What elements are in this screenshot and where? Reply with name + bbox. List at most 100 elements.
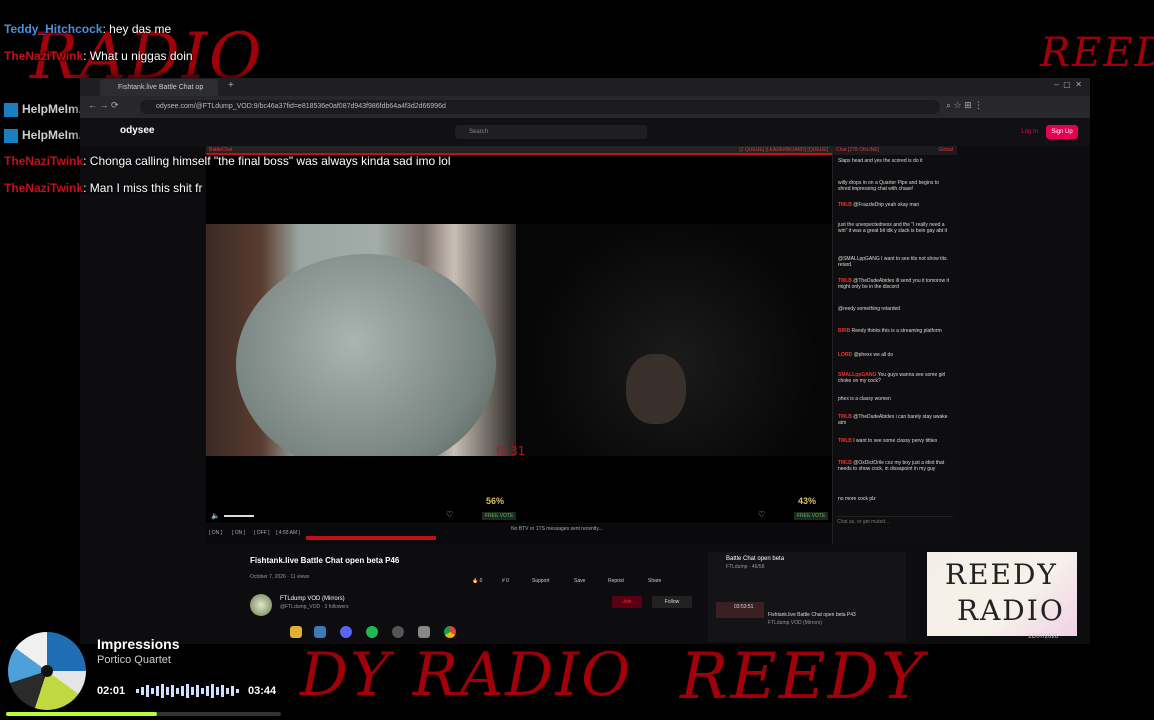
channel-name[interactable]: FTLdump VOD (Mirrors) [280,596,345,602]
scrawl-reedy-top-right: REEDY [1040,30,1154,76]
free-vote-left-button[interactable]: FREE VOTE [482,512,517,520]
volume-icon[interactable]: 🔈 [211,512,220,520]
track-title: Impressions [97,636,180,652]
battle-timer: 0:31 [496,444,525,458]
support-button[interactable]: Support [532,578,550,584]
signup-button[interactable]: Sign Up [1046,125,1078,139]
browser-toolbar-icons[interactable]: ⌕ ☆ ⊞ ⋮ [946,100,983,111]
site-search-input[interactable]: Search [455,125,647,139]
chat-user[interactable]: BIRB [838,328,850,334]
follow-button[interactable]: Follow [652,596,692,608]
chat-input[interactable]: Chat as, or get muted... [837,516,953,527]
chat-text: I want to see some classy pervy titties [853,438,938,444]
chat-panel: Chat [278 ONLINE] Global Slaps head and … [832,146,957,544]
left-percentage: 56% [486,496,505,506]
overlay-chat-line: TheNaziTwink: Man I miss this shit fr [4,181,203,195]
obs-icon[interactable] [392,626,404,638]
reedy-radio-line2: RADIO [957,594,1065,627]
player-controls: [ ON ] [ ON ] [ OFF ] [ 4:55 AM ] No BTV… [206,523,832,545]
channel-avatar[interactable] [250,594,272,616]
slime-reaction-button[interactable]: # 0 [502,578,509,584]
control-toggle[interactable]: [ 4:55 AM ] [276,530,300,536]
chat-message: TMLB @OxDictOrile coz my boy just a idio… [838,460,950,472]
login-link[interactable]: Log In [1021,125,1038,139]
url-field[interactable]: odysee.com/@FTLdump_VOD:9/bc46a37fid=e81… [140,100,940,114]
chat-user[interactable]: TMLB [838,202,852,208]
waveform [136,684,239,698]
playlist-duration: 03:53:51 [734,604,754,610]
discord-icon[interactable] [340,626,352,638]
save-button[interactable]: Save [574,578,585,584]
video-views: 11 views [290,574,310,580]
elapsed-time: 02:01 [97,685,126,697]
overlay-chat-user: Teddy_Hitchcock [4,22,103,36]
overlay-chat-user: TheNaziTwink [4,154,84,168]
chat-user[interactable]: TMLB [838,438,852,444]
status-text: No BTV or 1TS messages sent recently... [511,526,603,532]
track-progress-bar[interactable] [6,712,281,716]
chat-message: TMLB @TheDudeAbides ill send you it tomo… [838,278,950,290]
file-explorer-icon[interactable] [290,626,302,638]
playlist-title[interactable]: Battle Chat open beta [726,556,784,562]
repost-button[interactable]: Repost [608,578,624,584]
nav-arrows-icon[interactable]: ← → ⟳ [88,100,119,111]
spotify-icon[interactable] [366,626,378,638]
playlist-panel: Battle Chat open beta FTLdump · 46/58 03… [708,552,906,642]
video-left-feed [206,224,516,456]
control-toggle[interactable]: [ ON ] [209,530,222,536]
chat-global-tab[interactable]: Global [939,146,953,155]
overlay-chat-user: TheNaziTwink [4,181,84,195]
chat-text: @phexx we all do [853,352,894,358]
volume-slider[interactable] [224,515,254,517]
track-artist: Portico Quartet [97,654,171,666]
video-right-feed [516,224,832,456]
chat-user[interactable]: LORD [838,352,852,358]
blanket-blob [236,254,496,456]
video-player[interactable]: BattleChat [2 QUEUE] [LEADERBOARD] [QUEU… [206,146,832,545]
battlechat-right[interactable]: [2 QUEUE] [LEADERBOARD] [QUEUE] [739,146,828,155]
share-button[interactable]: Share [648,578,661,584]
chat-text: just the unexpectedness and the "I reall… [838,222,948,234]
playlist-item-title[interactable]: Fishtank.live Battle Chat open beta P43 [768,612,856,618]
control-toggle[interactable]: [ ON ] [232,530,245,536]
control-toggle[interactable]: [ OFF ] [254,530,270,536]
site-logo[interactable]: odysee [120,125,154,136]
free-vote-right-button[interactable]: FREE VOTE [794,512,829,520]
twitter-icon [4,102,18,117]
chat-message: just the unexpectedness and the "I reall… [838,222,950,234]
scrawl-radio-bottom: DY RADIO [300,640,633,710]
join-button[interactable]: Join [612,596,642,608]
browser-tab[interactable]: Fishtank.live Battle Chat op [100,79,218,96]
new-tab-icon[interactable]: + [228,80,234,91]
window-controls[interactable]: – ▢ ✕ [1054,80,1082,89]
chat-text: @FrazzleDrip yeah okay man [853,202,920,208]
right-percentage: 43% [798,496,817,506]
like-icon[interactable]: ♡ [446,510,453,519]
chrome-icon[interactable] [444,626,456,638]
overlay-chat-message: Chonga calling himself "the final boss" … [89,154,451,168]
video-date-text: October 7, 2026 [250,574,286,580]
overlay-chat-user: TheNaziTwink [4,49,84,63]
overlay-chat-message: hey das me [109,22,172,36]
channel-handle[interactable]: @FTLdump_VOD · 3 followers [280,604,348,610]
chat-text: @OxDictOrile coz my boy just a idiot tha… [838,460,945,472]
site-header: odysee Search Log In Sign Up [80,118,1090,146]
chat-text: no more cock plz [838,496,876,502]
playlist-item-channel[interactable]: FTLdump VOD (Mirrors) [768,620,822,626]
channel-handle-text[interactable]: @FTLdump_VOD [280,604,320,610]
overlay-chat-line: Teddy_Hitchcock: hey das me [4,22,172,36]
clock-date: 12/07/2026 [1028,634,1059,640]
chat-text: willy drops in on a Quarter Pipe and beg… [838,180,939,192]
chat-message: LORD @phexx we all do [838,352,950,358]
chat-message: @SMALLppGANG I want to see tits not show… [838,256,950,268]
app-icon[interactable] [418,626,430,638]
chat-message: TMLB @TheDudeAbides i can barely stay aw… [838,414,950,426]
chat-message: TMLB @FrazzleDrip yeah okay man [838,202,950,208]
steam-icon[interactable] [314,626,326,638]
chat-message: Slaps head and yes the scored is do it [838,158,950,164]
chat-text: Reedy thinks this is a streaming platfor… [851,328,942,334]
chat-online-count: Chat [278 ONLINE] [836,147,880,153]
fire-reaction-button[interactable]: 🔥 0 [472,578,482,584]
like-icon[interactable]: ♡ [758,510,765,519]
album-art [8,632,86,710]
